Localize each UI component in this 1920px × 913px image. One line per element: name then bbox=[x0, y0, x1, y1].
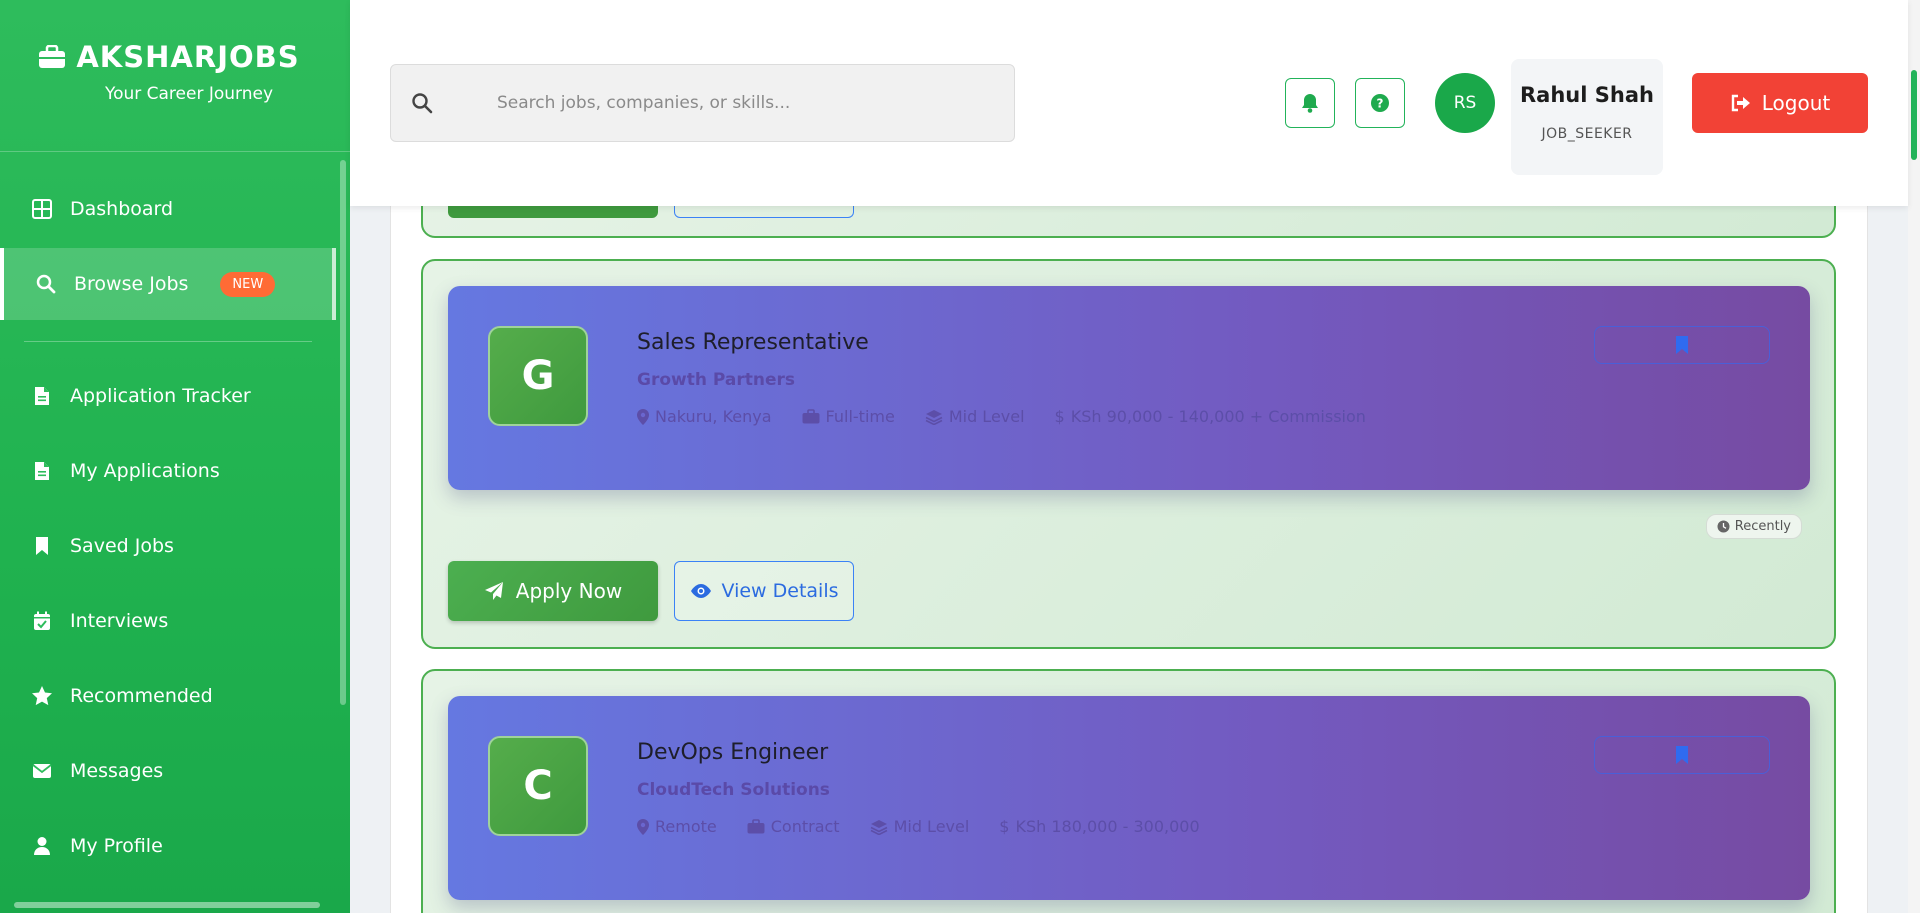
brand-title: AKSHARJOBS bbox=[76, 40, 300, 74]
document-icon bbox=[30, 384, 54, 408]
dollar-icon: $ bbox=[999, 817, 1010, 836]
company-name: Growth Partners bbox=[637, 370, 795, 390]
posted-badge: Recently bbox=[1705, 514, 1802, 539]
bell-icon bbox=[1302, 94, 1318, 113]
sidebar-item-browse-jobs[interactable]: Browse Jobs NEW bbox=[0, 248, 336, 320]
top-header: Search jobs, companies, or skills... ? R… bbox=[350, 0, 1908, 206]
sidebar-item-label: Saved Jobs bbox=[70, 535, 174, 557]
sidebar-item-label: Browse Jobs bbox=[74, 273, 189, 295]
apply-now-label: Apply Now bbox=[515, 579, 623, 603]
job-location: Remote bbox=[655, 817, 717, 836]
job-title[interactable]: Sales Representative bbox=[637, 330, 869, 355]
job-type: Full-time bbox=[825, 407, 895, 426]
calendar-check-icon bbox=[30, 609, 54, 633]
view-details-button[interactable]: View Details bbox=[674, 561, 854, 621]
company-logo: G bbox=[488, 326, 588, 426]
user-name: Rahul Shah bbox=[1520, 83, 1654, 107]
job-title[interactable]: DevOps Engineer bbox=[637, 740, 828, 765]
sidebar-item-application-tracker[interactable]: Application Tracker bbox=[0, 360, 336, 432]
logout-button[interactable]: Logout bbox=[1692, 73, 1868, 133]
sidebar-item-saved-jobs[interactable]: Saved Jobs bbox=[0, 510, 336, 582]
paper-plane-icon bbox=[484, 582, 503, 600]
job-salary: KSh 90,000 - 140,000 + Commission bbox=[1070, 407, 1366, 426]
job-card: G Sales Representative Growth Partners N… bbox=[421, 259, 1836, 649]
sign-out-icon bbox=[1731, 94, 1750, 112]
company-name: CloudTech Solutions bbox=[637, 780, 830, 800]
job-location: Nakuru, Kenya bbox=[655, 407, 772, 426]
user-icon bbox=[30, 834, 54, 858]
briefcase-icon bbox=[39, 45, 66, 68]
company-logo: C bbox=[488, 736, 588, 836]
dollar-icon: $ bbox=[1054, 407, 1065, 426]
sidebar-item-my-applications[interactable]: My Applications bbox=[0, 435, 336, 507]
job-card-header: C DevOps Engineer CloudTech Solutions Re… bbox=[448, 696, 1810, 900]
grid-icon bbox=[30, 197, 54, 221]
apply-now-button[interactable]: Apply Now bbox=[448, 561, 658, 621]
job-level: Mid Level bbox=[948, 407, 1025, 426]
sidebar-item-label: My Profile bbox=[70, 835, 163, 857]
sidebar-item-messages[interactable]: Messages bbox=[0, 735, 336, 807]
sidebar-item-my-profile[interactable]: My Profile bbox=[0, 810, 336, 882]
clock-icon bbox=[1717, 520, 1730, 533]
envelope-icon bbox=[30, 759, 54, 783]
user-role: JOB_SEEKER bbox=[1541, 126, 1633, 142]
posted-text: Recently bbox=[1734, 519, 1791, 534]
user-info[interactable]: Rahul Shah JOB_SEEKER bbox=[1511, 59, 1663, 175]
sidebar-scrollbar[interactable] bbox=[340, 160, 346, 705]
help-button[interactable]: ? bbox=[1355, 78, 1405, 128]
map-pin-icon bbox=[637, 408, 649, 425]
sidebar-item-label: Recommended bbox=[70, 685, 213, 707]
svg-text:?: ? bbox=[1377, 97, 1384, 111]
brand: AKSHARJOBS Your Career Journey bbox=[0, 0, 350, 152]
new-badge: NEW bbox=[220, 271, 276, 297]
brand-title-row[interactable]: AKSHARJOBS bbox=[0, 40, 350, 74]
sidebar-item-label: My Applications bbox=[70, 460, 220, 482]
star-icon bbox=[30, 684, 54, 708]
bookmark-icon bbox=[1676, 336, 1688, 354]
sidebar-item-recommended[interactable]: Recommended bbox=[0, 660, 336, 732]
sidebar-item-label: Dashboard bbox=[70, 198, 174, 220]
briefcase-icon bbox=[802, 409, 820, 424]
search-icon bbox=[412, 93, 433, 114]
search-placeholder: Search jobs, companies, or skills... bbox=[497, 93, 791, 113]
sidebar-item-label: Interviews bbox=[70, 610, 169, 632]
sidebar-item-interviews[interactable]: Interviews bbox=[0, 585, 336, 657]
save-job-button[interactable] bbox=[1594, 736, 1770, 774]
page-scrollbar-thumb[interactable] bbox=[1911, 70, 1917, 160]
eye-icon bbox=[690, 584, 711, 598]
job-level: Mid Level bbox=[893, 817, 970, 836]
logout-label: Logout bbox=[1761, 91, 1831, 115]
document-icon bbox=[30, 459, 54, 483]
sidebar-item-dashboard[interactable]: Dashboard bbox=[0, 173, 336, 245]
avatar[interactable]: RS bbox=[1435, 73, 1495, 133]
bookmark-icon bbox=[30, 534, 54, 558]
sidebar-horizontal-scrollbar[interactable] bbox=[14, 902, 320, 908]
layers-icon bbox=[925, 409, 943, 425]
job-card-header: G Sales Representative Growth Partners N… bbox=[448, 286, 1810, 490]
briefcase-icon bbox=[747, 819, 765, 834]
sidebar: AKSHARJOBS Your Career Journey Dashboard… bbox=[0, 0, 350, 913]
page-scrollbar[interactable] bbox=[1908, 0, 1920, 913]
nav-divider bbox=[24, 341, 312, 342]
sidebar-item-label: Application Tracker bbox=[70, 385, 251, 407]
job-type: Contract bbox=[770, 817, 840, 836]
job-meta: Remote Contract Mid Level $ KSh 180,000 -… bbox=[637, 817, 1200, 836]
search-icon bbox=[34, 272, 58, 296]
job-salary: KSh 180,000 - 300,000 bbox=[1015, 817, 1200, 836]
job-card: C DevOps Engineer CloudTech Solutions Re… bbox=[421, 669, 1836, 913]
map-pin-icon bbox=[637, 818, 649, 835]
view-details-label: View Details bbox=[721, 580, 839, 602]
brand-subtitle: Your Career Journey bbox=[104, 84, 274, 104]
search-input[interactable]: Search jobs, companies, or skills... bbox=[390, 64, 1015, 142]
job-meta: Nakuru, Kenya Full-time Mid Level $ KSh 9… bbox=[637, 407, 1366, 426]
question-circle-icon: ? bbox=[1371, 94, 1389, 112]
sidebar-item-label: Messages bbox=[70, 760, 164, 782]
layers-icon bbox=[870, 819, 887, 835]
save-job-button[interactable] bbox=[1594, 326, 1770, 364]
bookmark-icon bbox=[1676, 746, 1688, 764]
notifications-button[interactable] bbox=[1285, 78, 1335, 128]
